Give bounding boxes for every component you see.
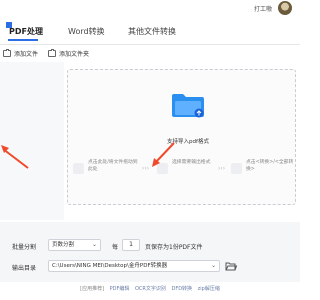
per-label: 每	[112, 244, 119, 251]
tab-pdf-processing[interactable]: PDF处理	[9, 26, 43, 37]
active-tab-indicator	[8, 39, 38, 41]
footer-dfd-convert[interactable]: DFD转换	[171, 286, 192, 292]
settings-panel	[0, 222, 300, 282]
add-file-icon	[3, 49, 11, 57]
tab-word-convert[interactable]: Word转换	[68, 26, 105, 37]
add-folder-button[interactable]: 添加文件夹	[48, 49, 89, 58]
tab-other-convert[interactable]: 其他文件转换	[128, 26, 176, 37]
step-arrow-icon: ›››	[142, 165, 150, 172]
pages-per-file-input[interactable]: 1	[122, 239, 140, 251]
chevron-down-icon: ⌄	[210, 262, 216, 269]
add-file-label: 添加文件	[14, 51, 39, 58]
output-path-value: C:\Users\NING MEI\Desktop\金舟PDF转换器	[52, 263, 168, 269]
per-suffix: 页保存为1份PDF文件	[145, 244, 203, 251]
folder-upload-icon	[172, 94, 204, 118]
top-bar: PDF处理 Word转换 其他文件转换 打工嗷	[0, 0, 300, 44]
footer-recommend: [应用推荐]	[80, 286, 105, 292]
step-convert-icon	[231, 163, 242, 174]
output-path-select[interactable]: C:\Users\NING MEI\Desktop\金舟PDF转换器 ⌄	[48, 260, 220, 272]
avatar[interactable]	[278, 1, 292, 15]
output-label: 输出目录	[12, 265, 37, 272]
step-2-text: 选择需要输出格式	[172, 160, 211, 165]
annotation-arrow-center	[152, 142, 175, 167]
footer-links: [应用推荐] PDF编辑 OCR文字识别 DFD转换 zip解压缩	[0, 285, 300, 292]
footer-pdf-edit[interactable]: PDF编辑	[110, 286, 130, 292]
step-arrow-icon: ›››	[218, 165, 226, 172]
step-click-icon	[73, 163, 84, 174]
batch-mode-select[interactable]: 页数分割 ⌄	[48, 239, 101, 251]
folder-icon	[48, 49, 56, 57]
open-folder-icon[interactable]	[225, 261, 237, 271]
add-folder-label: 添加文件夹	[59, 51, 90, 58]
step-1-text: 点击此处/将文件拖动到此处	[88, 160, 138, 172]
chevron-down-icon: ⌄	[91, 241, 97, 248]
annotation-arrow-left	[1, 145, 29, 169]
footer-ocr[interactable]: OCR文字识别	[135, 286, 166, 292]
batch-label: 批量分割	[12, 244, 37, 251]
footer-zip[interactable]: zip解压缩	[198, 286, 220, 292]
user-name[interactable]: 打工嗷	[254, 4, 272, 13]
header-divider	[0, 44, 300, 45]
step-3-text: 点击<转换>/<全部转换>	[246, 160, 294, 172]
add-file-button[interactable]: 添加文件	[3, 49, 38, 58]
batch-mode-value: 页数分割	[52, 242, 75, 248]
